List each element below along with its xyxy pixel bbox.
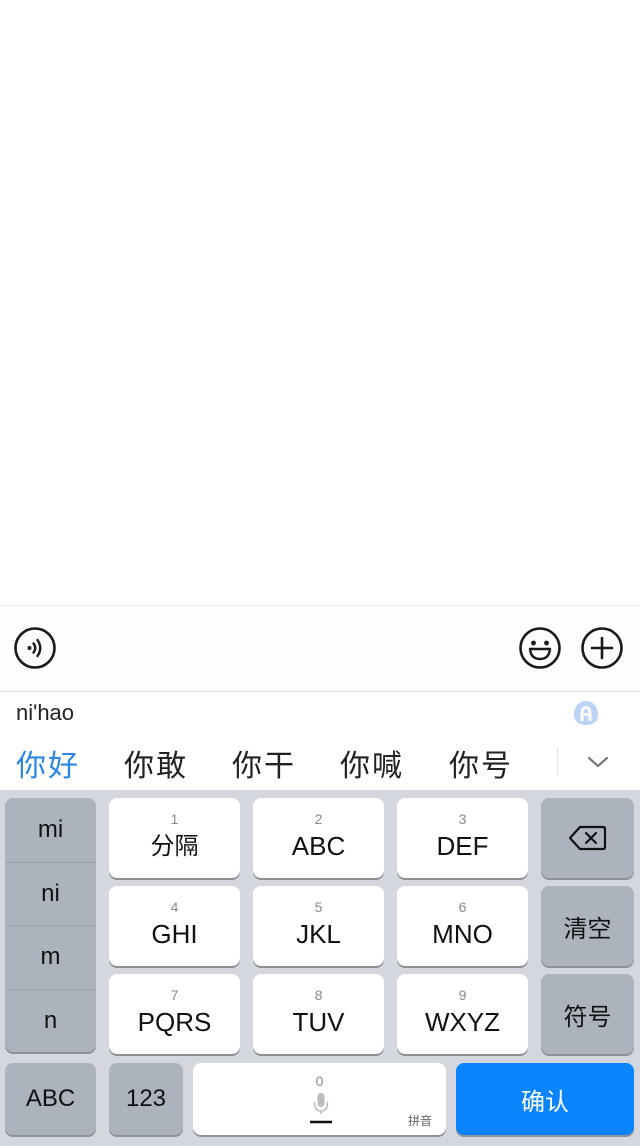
key-4-ghi[interactable]: 4 GHI bbox=[109, 886, 240, 966]
microphone-icon bbox=[310, 1093, 332, 1124]
syllable-n[interactable]: n bbox=[5, 988, 96, 1053]
candidate-divider bbox=[557, 748, 558, 774]
key-6-mno[interactable]: 6 MNO bbox=[397, 886, 528, 966]
composition-text: ni'hao bbox=[16, 700, 75, 725]
syllable-list[interactable]: mi ni m n bbox=[5, 798, 96, 1052]
backspace-icon bbox=[568, 825, 606, 851]
candidate-bar: 你好 你敢 你干 你喊 你号 bbox=[0, 732, 640, 790]
confirm-key[interactable]: 确认 bbox=[456, 1063, 634, 1135]
candidate-3[interactable]: 你干 bbox=[232, 741, 296, 785]
candidate-4[interactable]: 你喊 bbox=[340, 741, 404, 785]
smiley-icon bbox=[519, 627, 561, 669]
key-8-tuv[interactable]: 8 TUV bbox=[253, 974, 384, 1054]
candidate-1[interactable]: 你好 bbox=[16, 741, 80, 785]
key-7-pqrs[interactable]: 7 PQRS bbox=[109, 974, 240, 1054]
more-button[interactable] bbox=[580, 626, 624, 670]
key-5-jkl[interactable]: 5 JKL bbox=[253, 886, 384, 966]
abc-mode-key[interactable]: ABC bbox=[5, 1063, 96, 1135]
chevron-down-icon bbox=[587, 756, 609, 768]
ime-brand-icon[interactable] bbox=[570, 698, 602, 728]
key-2-abc[interactable]: 2 ABC bbox=[253, 798, 384, 878]
plus-circle-icon bbox=[581, 627, 623, 669]
message-area bbox=[0, 0, 640, 605]
chat-input-bar bbox=[0, 605, 640, 692]
chat-screen: ni'hao 你好 你敢 你干 你喊 你号 mi ni m n 1 分隔 2 A… bbox=[0, 0, 640, 1146]
composition-row: ni'hao bbox=[0, 692, 640, 732]
candidate-5[interactable]: 你号 bbox=[449, 741, 513, 785]
number-mode-key[interactable]: 123 bbox=[109, 1063, 183, 1135]
expand-candidates-button[interactable] bbox=[580, 744, 616, 780]
syllable-ni[interactable]: ni bbox=[5, 861, 96, 926]
symbols-key[interactable]: 符号 bbox=[541, 974, 634, 1054]
pinyin-keyboard: ni'hao 你好 你敢 你干 你喊 你号 mi ni m n 1 分隔 2 A… bbox=[0, 692, 640, 1146]
candidate-2[interactable]: 你敢 bbox=[124, 741, 188, 785]
clear-key[interactable]: 清空 bbox=[541, 886, 634, 966]
space-key[interactable]: 0 拼音 bbox=[193, 1063, 446, 1135]
emoji-button[interactable] bbox=[518, 626, 562, 670]
syllable-m[interactable]: m bbox=[5, 925, 96, 989]
syllable-mi[interactable]: mi bbox=[5, 798, 96, 862]
backspace-key[interactable] bbox=[541, 798, 634, 878]
key-3-def[interactable]: 3 DEF bbox=[397, 798, 528, 878]
key-9-wxyz[interactable]: 9 WXYZ bbox=[397, 974, 528, 1054]
voice-button[interactable] bbox=[13, 626, 57, 670]
keyboard-keys: mi ni m n 1 分隔 2 ABC 3 DEF 4 GHI 5 JKL 6… bbox=[0, 790, 640, 1146]
key-1-separator[interactable]: 1 分隔 bbox=[109, 798, 240, 878]
voice-wave-icon bbox=[14, 627, 56, 669]
